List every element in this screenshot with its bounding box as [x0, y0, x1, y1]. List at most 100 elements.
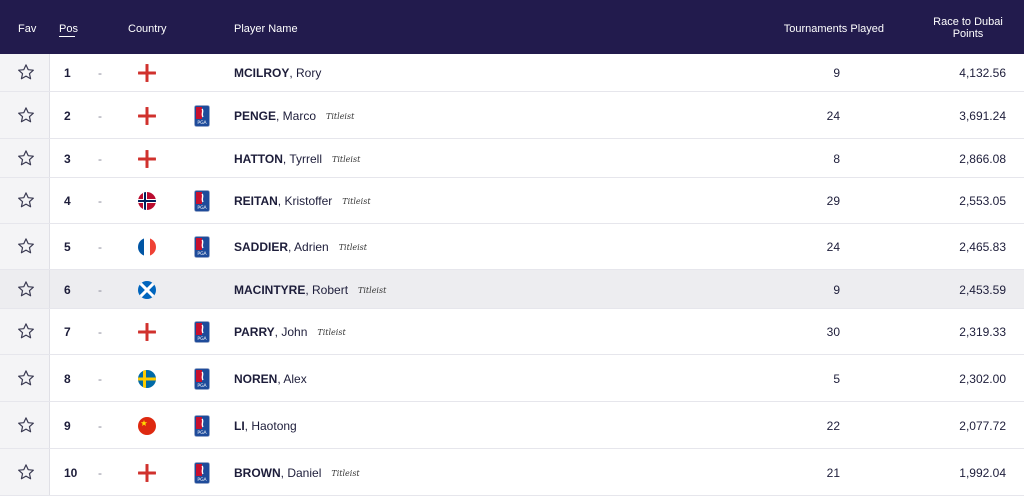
race-to-dubai-points: 1,992.04	[959, 465, 1006, 480]
fav-cell	[0, 270, 50, 308]
player-first-name: , Tyrrell	[282, 151, 323, 166]
table-row[interactable]: 2 - PGA PENGE, Marco Titleist 24 3,691.24	[0, 92, 1024, 139]
player-name[interactable]: PARRY, John Titleist	[234, 325, 346, 339]
table-row[interactable]: 5 - PGA SADDIER, Adrien Titleist 24 2,465.83	[0, 224, 1024, 270]
favorite-star-icon[interactable]	[17, 63, 35, 81]
leaderboard-header: Fav Pos Country Player Name Tournaments …	[0, 0, 1024, 54]
svg-text:PGA: PGA	[197, 120, 207, 126]
player-name[interactable]: BROWN, Daniel Titleist	[234, 466, 360, 480]
player-name[interactable]: LI, Haotong	[234, 419, 297, 433]
player-first-name: , Robert	[305, 282, 349, 297]
player-last-name: BROWN	[234, 465, 281, 480]
country-flag-england-icon	[138, 323, 156, 341]
player-last-name: MCILROY	[234, 66, 290, 80]
position: 9	[64, 418, 71, 433]
favorite-star-icon[interactable]	[17, 149, 35, 167]
table-row[interactable]: 10 - PGA BROWN, Daniel Titleist 21 1,992.04	[0, 449, 1024, 496]
pga-tour-logo-icon: PGA	[194, 104, 210, 127]
pga-tour-logo-icon: PGA	[194, 236, 210, 258]
fav-cell	[0, 355, 50, 401]
sponsor-logo-icon: Titleist	[317, 328, 346, 338]
player-last-name: REITAN	[234, 194, 278, 208]
fav-cell	[0, 402, 50, 448]
table-row[interactable]: 4 - PGA REITAN, Kristoffer Titleist 29 2,553.0…	[0, 178, 1024, 224]
position-movement: -	[98, 325, 102, 339]
tournaments-played: 30	[826, 325, 840, 339]
player-last-name: NOREN	[234, 371, 278, 386]
favorite-star-icon[interactable]	[17, 369, 35, 387]
svg-text:PGA: PGA	[197, 336, 207, 342]
fav-cell	[0, 54, 50, 91]
position: 10	[64, 465, 78, 480]
position: 2	[64, 108, 71, 123]
pga-tour-logo-icon: PGA	[194, 367, 210, 390]
player-name[interactable]: SADDIER, Adrien Titleist	[234, 240, 367, 254]
header-pos[interactable]: Pos	[59, 23, 78, 37]
country-flag-northern-ireland-icon	[138, 64, 156, 82]
header-player-name[interactable]: Player Name	[234, 23, 298, 35]
race-to-dubai-points: 2,453.59	[959, 282, 1006, 297]
player-first-name: , Kristoffer	[277, 194, 333, 208]
player-name[interactable]: MACINTYRE, Robert Titleist	[234, 283, 386, 297]
header-points-line1: Race to Dubai	[933, 16, 1003, 28]
table-row[interactable]: 8 - PGA NOREN, Alex 5 2,302.00	[0, 355, 1024, 402]
tournaments-played: 22	[826, 418, 840, 433]
pga-tour-logo-icon: PGA	[194, 190, 210, 212]
header-country[interactable]: Country	[128, 23, 167, 35]
race-to-dubai-points: 2,302.00	[959, 371, 1006, 386]
fav-cell	[0, 178, 50, 223]
favorite-star-icon[interactable]	[17, 191, 35, 209]
fav-cell	[0, 92, 50, 138]
sponsor-logo-icon: Titleist	[338, 243, 367, 253]
position-movement: -	[98, 465, 102, 480]
player-first-name: , Rory	[289, 66, 322, 80]
player-first-name: , Alex	[277, 371, 307, 386]
tournaments-played: 8	[833, 151, 840, 166]
fav-cell	[0, 224, 50, 269]
tournaments-played: 5	[833, 371, 840, 386]
position: 7	[64, 325, 71, 339]
country-flag-sweden-icon	[138, 369, 156, 388]
fav-cell	[0, 449, 50, 495]
favorite-star-icon[interactable]	[17, 106, 35, 124]
svg-text:PGA: PGA	[197, 383, 207, 389]
position-movement: -	[98, 108, 102, 123]
favorite-star-icon[interactable]	[17, 322, 35, 340]
position: 5	[64, 240, 71, 254]
svg-text:PGA: PGA	[197, 430, 207, 436]
player-name[interactable]: MCILROY, Rory	[234, 66, 321, 80]
header-points-line2: Points	[952, 28, 984, 40]
country-flag-china-icon	[138, 416, 156, 435]
position: 1	[64, 66, 71, 80]
table-row[interactable]: 6 - MACINTYRE, Robert Titleist 9 2,453.59	[0, 270, 1024, 309]
position: 6	[64, 282, 71, 297]
country-flag-england-icon	[138, 106, 156, 125]
favorite-star-icon[interactable]	[17, 463, 35, 481]
table-row[interactable]: 3 - HATTON, Tyrrell Titleist 8 2,866.08	[0, 139, 1024, 178]
header-tournaments-played[interactable]: Tournaments Played	[784, 23, 884, 35]
table-row[interactable]: 9 - PGA LI, Haotong 22 2,077.72	[0, 402, 1024, 449]
sponsor-logo-icon: Titleist	[342, 197, 371, 207]
player-name[interactable]: PENGE, Marco Titleist	[234, 109, 354, 123]
table-row[interactable]: 7 - PGA PARRY, John Titleist 30 2,319.33	[0, 309, 1024, 355]
position-movement: -	[98, 66, 102, 80]
header-race-to-dubai-points[interactable]: Race to Dubai Points	[928, 16, 1008, 40]
pga-tour-logo-icon: PGA	[194, 321, 210, 343]
country-flag-norway-icon	[138, 192, 156, 210]
race-to-dubai-points: 4,132.56	[959, 66, 1006, 80]
favorite-star-icon[interactable]	[17, 416, 35, 434]
player-name[interactable]: NOREN, Alex	[234, 372, 307, 386]
pga-tour-logo-icon: PGA	[194, 414, 210, 437]
position-movement: -	[98, 151, 102, 166]
player-last-name: HATTON	[234, 151, 283, 166]
country-flag-scotland-icon	[138, 280, 156, 299]
player-name[interactable]: HATTON, Tyrrell Titleist	[234, 152, 360, 166]
player-name[interactable]: REITAN, Kristoffer Titleist	[234, 194, 371, 208]
race-to-dubai-points: 2,553.05	[959, 194, 1006, 208]
table-row[interactable]: 1 - MCILROY, Rory 9 4,132.56	[0, 54, 1024, 92]
player-first-name: , Adrien	[288, 240, 329, 254]
race-to-dubai-points: 3,691.24	[959, 108, 1006, 123]
favorite-star-icon[interactable]	[17, 237, 35, 255]
player-first-name: , John	[274, 325, 308, 339]
favorite-star-icon[interactable]	[17, 280, 35, 298]
